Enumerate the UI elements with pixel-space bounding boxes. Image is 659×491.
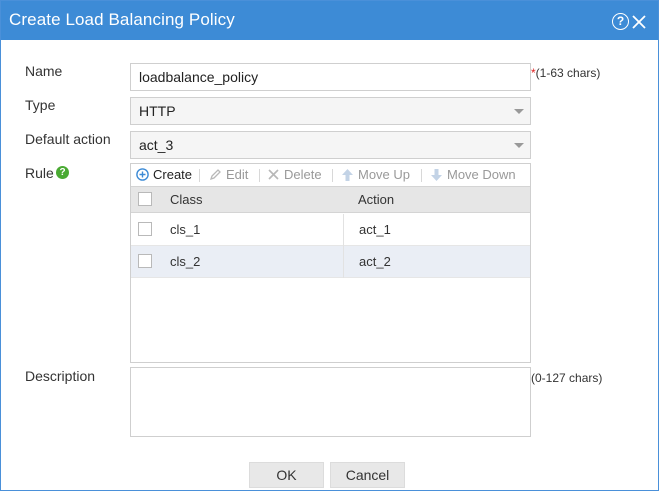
dialog-titlebar: Create Load Balancing Policy ? xyxy=(1,1,658,40)
default-action-label: Default action xyxy=(25,131,111,147)
row-class-cell: cls_2 xyxy=(170,254,201,269)
rule-label: Rule xyxy=(25,165,54,181)
plus-circle-icon xyxy=(136,168,149,181)
row-class-cell: cls_1 xyxy=(170,222,201,237)
ok-button[interactable]: OK xyxy=(249,462,324,488)
rule-table-header: Class Action xyxy=(131,186,530,213)
select-all-checkbox[interactable] xyxy=(138,192,152,206)
row-checkbox[interactable] xyxy=(138,254,152,268)
name-label: Name xyxy=(25,63,63,79)
rule-help-icon[interactable]: ? xyxy=(56,166,69,179)
row-checkbox[interactable] xyxy=(138,222,152,236)
description-textarea[interactable] xyxy=(130,367,531,437)
chevron-down-icon[interactable] xyxy=(508,132,530,158)
table-row[interactable]: cls_2 act_2 xyxy=(131,246,530,278)
move-down-button[interactable]: Move Down xyxy=(430,167,516,182)
close-icon[interactable] xyxy=(630,13,648,31)
create-load-balancing-policy-dialog: Create Load Balancing Policy ? Name load… xyxy=(0,0,659,491)
default-action-select-value: act_3 xyxy=(139,137,174,153)
arrow-up-icon xyxy=(342,168,353,181)
create-button-label: Create xyxy=(153,167,193,182)
row-action-cell: act_2 xyxy=(359,254,391,269)
move-up-button-label: Move Up xyxy=(358,167,411,182)
edit-button-label: Edit xyxy=(226,167,249,182)
toolbar-divider xyxy=(332,169,333,182)
type-select-value: HTTP xyxy=(139,103,176,119)
name-hint-text: (1-63 chars) xyxy=(535,66,601,80)
delete-button[interactable]: Delete xyxy=(267,167,322,182)
table-row[interactable]: cls_1 act_1 xyxy=(131,214,530,246)
pencil-icon xyxy=(209,169,221,181)
description-hint: (0-127 chars) xyxy=(531,371,603,385)
name-hint: *(1-63 chars) xyxy=(531,66,600,80)
dialog-title: Create Load Balancing Policy xyxy=(9,10,235,29)
delete-button-label: Delete xyxy=(284,167,322,182)
toolbar-divider xyxy=(421,169,422,182)
rule-list: Create Edit Delete Move Up Move Down Cla… xyxy=(130,163,531,363)
move-down-button-label: Move Down xyxy=(447,167,516,182)
type-select[interactable]: HTTP xyxy=(130,97,531,125)
edit-button[interactable]: Edit xyxy=(209,167,248,182)
row-action-cell: act_1 xyxy=(359,222,391,237)
default-action-select[interactable]: act_3 xyxy=(130,131,531,159)
move-up-button[interactable]: Move Up xyxy=(341,167,410,182)
column-header-class[interactable]: Class xyxy=(170,192,203,207)
delete-x-icon xyxy=(268,169,279,180)
description-label: Description xyxy=(25,368,96,384)
cancel-button[interactable]: Cancel xyxy=(330,462,405,488)
type-label: Type xyxy=(25,97,56,113)
toolbar-divider xyxy=(259,169,260,182)
rule-toolbar: Create Edit Delete Move Up Move Down xyxy=(131,164,530,186)
toolbar-divider xyxy=(199,169,200,182)
help-icon[interactable]: ? xyxy=(612,13,629,30)
arrow-down-icon xyxy=(431,168,442,181)
column-header-action[interactable]: Action xyxy=(358,192,394,207)
chevron-down-icon[interactable] xyxy=(508,98,530,124)
name-input-value: loadbalance_policy xyxy=(139,69,259,85)
create-button[interactable]: Create xyxy=(136,167,192,182)
column-divider xyxy=(343,246,344,278)
name-input[interactable]: loadbalance_policy xyxy=(130,63,531,91)
column-divider xyxy=(343,214,344,246)
